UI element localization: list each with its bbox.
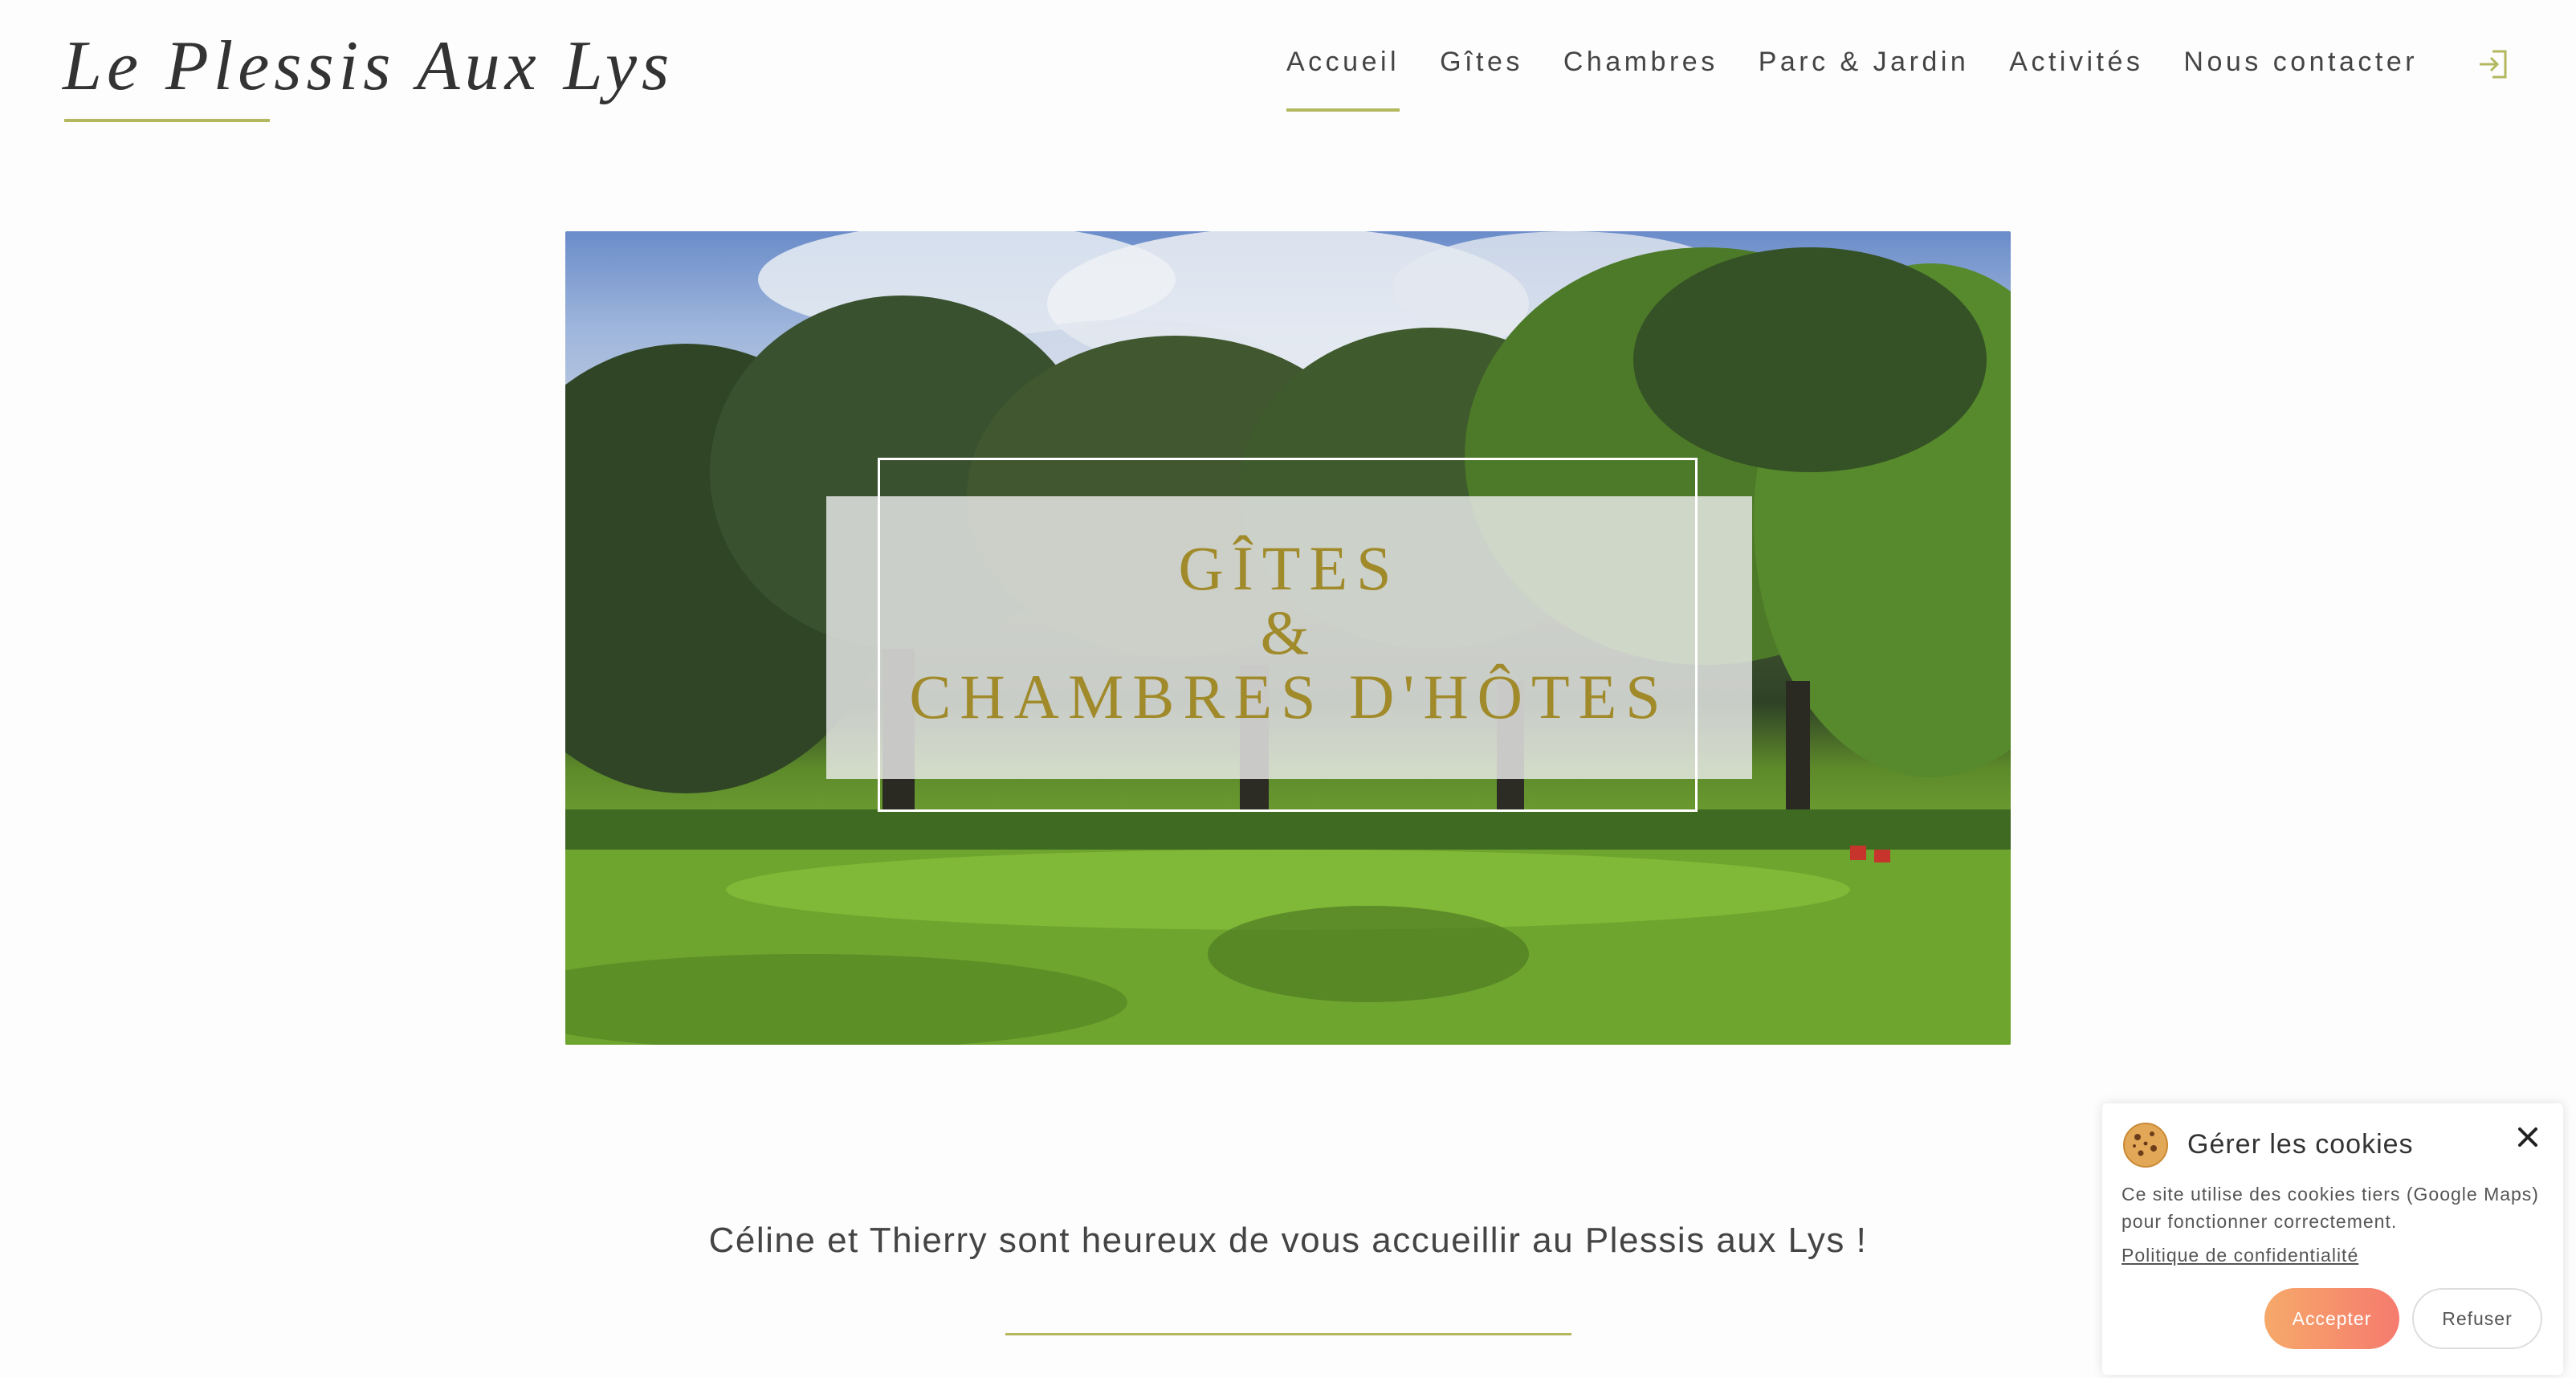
hero-title-line-3: CHAMBRES D'HÔTES: [909, 662, 1669, 732]
hero-title: GÎTES & CHAMBRES D'HÔTES: [826, 536, 1752, 729]
cookie-icon: [2123, 1123, 2168, 1168]
welcome-divider: [1005, 1333, 1571, 1335]
privacy-policy-link[interactable]: Politique de confidentialité: [2122, 1245, 2358, 1266]
nav-item-gites[interactable]: Gîtes: [1440, 47, 1523, 78]
hero-image: GÎTES & CHAMBRES D'HÔTES: [565, 231, 2011, 1045]
cookie-title: Gérer les cookies: [2187, 1129, 2414, 1160]
page: Le Plessis Aux Lys Accueil Gîtes Chambre…: [0, 0, 2576, 1378]
site-logo[interactable]: Le Plessis Aux Lys: [63, 26, 674, 107]
close-icon[interactable]: [2512, 1121, 2544, 1153]
login-icon[interactable]: [2475, 47, 2510, 82]
nav-item-activites[interactable]: Activités: [2009, 47, 2143, 78]
hero-title-line-1: GÎTES: [1178, 533, 1400, 603]
accept-button[interactable]: Accepter: [2264, 1288, 2399, 1349]
hero-title-line-2: &: [1260, 597, 1319, 667]
nav-item-accueil[interactable]: Accueil: [1286, 47, 1400, 112]
logo-underline: [64, 119, 270, 122]
nav-item-parc-jardin[interactable]: Parc & Jardin: [1759, 47, 1970, 78]
cookie-popup: Gérer les cookies Ce site utilise des co…: [2102, 1103, 2563, 1375]
refuse-button[interactable]: Refuser: [2412, 1288, 2542, 1349]
nav-item-chambres[interactable]: Chambres: [1563, 47, 1718, 78]
nav-item-nous-contacter[interactable]: Nous contacter: [2183, 47, 2418, 78]
main-nav: Accueil Gîtes Chambres Parc & Jardin Act…: [1286, 47, 2458, 112]
cookie-description: Ce site utilise des cookies tiers (Googl…: [2122, 1184, 2539, 1232]
